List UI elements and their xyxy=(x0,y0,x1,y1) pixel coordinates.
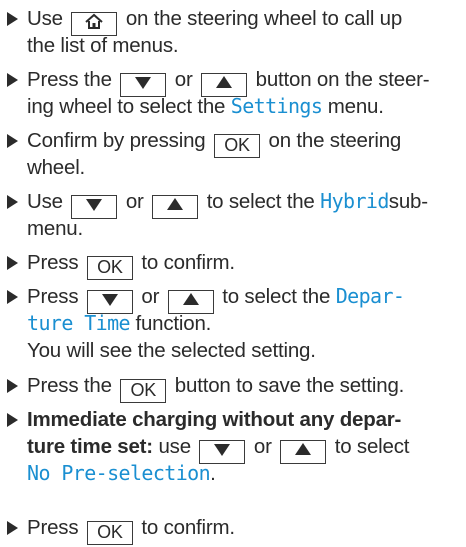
step-text: button to save the setting. xyxy=(174,374,405,397)
step-2: Press the or button on the steer- ing wh… xyxy=(0,66,466,120)
step-text: Confirm by pressing xyxy=(27,129,206,152)
step-text: . xyxy=(210,462,216,485)
step-text: Press the xyxy=(27,68,112,91)
step-text: to select xyxy=(334,435,410,458)
step-7: Press the OK button to save the setting. xyxy=(0,372,466,403)
step-text: button on the steer- xyxy=(255,68,430,91)
ok-key: OK xyxy=(120,379,167,403)
step-text: Use xyxy=(27,190,63,213)
display-text-hybrid: Hybrid xyxy=(320,189,389,213)
step-text: ing wheel to select the xyxy=(27,95,226,118)
step-text: to confirm. xyxy=(141,516,235,539)
step-text: the list of menus. xyxy=(27,34,179,57)
step-6: Press or to select the Depar- ture Time … xyxy=(0,283,466,364)
step-8: Immediate charging without any depar- tu… xyxy=(0,406,466,487)
display-text-no-preselection: No Pre-selection xyxy=(27,461,211,485)
ok-key: OK xyxy=(214,134,260,158)
step-text: to confirm. xyxy=(141,251,235,274)
triangle-down-icon xyxy=(86,199,103,211)
step-text: to select the xyxy=(206,190,315,213)
arrow-right-icon xyxy=(7,134,18,148)
step-text: wheel. xyxy=(27,156,86,179)
home-icon xyxy=(85,13,104,29)
step-text: or xyxy=(141,285,160,308)
display-text-departure-time: ture Time xyxy=(27,311,131,335)
arrow-right-icon xyxy=(7,256,18,270)
step-text: Press xyxy=(27,285,79,308)
step-text: or xyxy=(125,190,144,213)
arrow-right-icon xyxy=(7,73,18,87)
up-key xyxy=(152,195,199,219)
ok-key: OK xyxy=(86,521,133,545)
arrow-right-icon xyxy=(7,195,18,209)
display-text-departure: Depar- xyxy=(335,284,405,308)
triangle-down-icon xyxy=(101,294,118,306)
arrow-right-icon xyxy=(7,413,18,427)
triangle-down-icon xyxy=(214,444,231,456)
step-text: on the steering wheel to call up xyxy=(125,7,403,30)
step-3: Confirm by pressing OK on the steering w… xyxy=(0,127,466,181)
step-heading: ture time set: xyxy=(27,435,153,458)
step-text: to select the xyxy=(222,285,331,308)
triangle-up-icon xyxy=(182,293,199,305)
step-text: or xyxy=(174,68,193,91)
step-text: or xyxy=(253,435,272,458)
step-text: You will see the selected setting. xyxy=(27,339,316,362)
arrow-right-icon xyxy=(7,290,18,304)
instruction-page: Use on the steering wheel to call up the… xyxy=(0,0,466,547)
triangle-up-icon xyxy=(167,198,184,210)
step-text: Use xyxy=(27,7,63,30)
step-text: sub- xyxy=(388,190,428,213)
step-1: Use on the steering wheel to call up the… xyxy=(0,5,466,59)
step-5: Press OK to confirm. xyxy=(0,249,466,280)
up-key xyxy=(280,440,327,464)
step-text: use xyxy=(158,435,191,458)
ok-key: OK xyxy=(86,256,133,280)
step-text: Press xyxy=(27,516,79,539)
step-text: menu. xyxy=(27,217,83,240)
step-4: Use or to select the Hybridsub- menu. xyxy=(0,188,466,242)
step-text: function. xyxy=(135,312,212,335)
step-text: on the steering xyxy=(268,129,402,152)
step-heading: Immediate charging without any depar- xyxy=(27,408,402,431)
step-9: Press OK to confirm. xyxy=(0,514,466,545)
arrow-right-icon xyxy=(7,521,18,535)
step-text: Press the xyxy=(27,374,112,397)
triangle-up-icon xyxy=(216,76,233,88)
triangle-up-icon xyxy=(295,443,312,455)
step-text: Press xyxy=(27,251,79,274)
arrow-right-icon xyxy=(7,12,18,26)
triangle-down-icon xyxy=(135,77,152,89)
arrow-right-icon xyxy=(7,379,18,393)
display-text-settings: Settings xyxy=(230,94,323,118)
step-text: menu. xyxy=(327,95,384,118)
